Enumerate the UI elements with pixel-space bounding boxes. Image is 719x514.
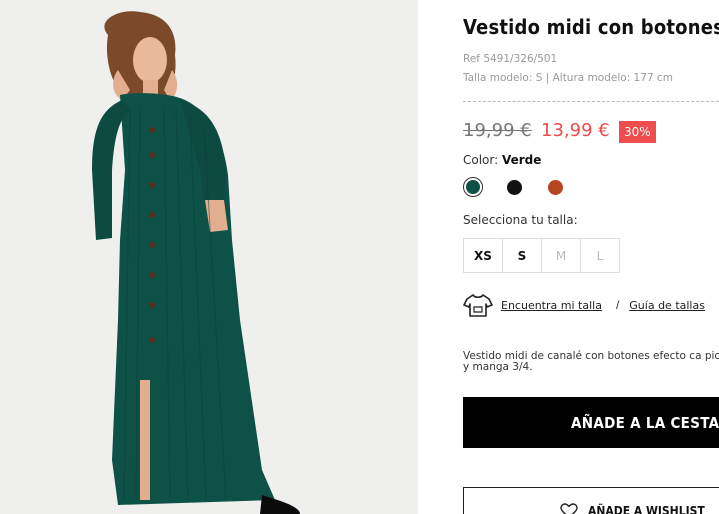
add-to-wishlist-label: AÑADE A WISHLIST xyxy=(588,504,705,514)
link-separator: / xyxy=(615,298,620,312)
product-reference: Ref 5491/326/501 xyxy=(463,53,558,65)
size-option-xs[interactable]: XS xyxy=(463,238,503,273)
color-swatch-negro[interactable] xyxy=(507,180,522,195)
size-help-row: Encuentra mi talla / Guía de tallas xyxy=(463,292,705,318)
size-option-m[interactable]: M xyxy=(541,238,581,273)
original-price: 19,99 € xyxy=(463,120,532,141)
color-swatch-teja[interactable] xyxy=(548,180,563,195)
model-photo xyxy=(0,0,418,514)
color-label: Color: Verde xyxy=(463,153,541,167)
size-guide-link[interactable]: Guía de tallas xyxy=(629,299,705,312)
find-my-size-link[interactable]: Encuentra mi talla xyxy=(501,299,602,312)
add-to-cart-button[interactable]: AÑADE A LA CESTA xyxy=(463,397,719,448)
size-selector-label: Selecciona tu talla: xyxy=(463,213,578,227)
divider xyxy=(463,101,719,102)
product-details-panel: Vestido midi con botones Ref 5491/326/50… xyxy=(463,0,719,514)
color-label-prefix: Color: xyxy=(463,153,502,167)
sale-price: 13,99 € xyxy=(541,120,610,141)
add-to-wishlist-button[interactable]: AÑADE A WISHLIST xyxy=(463,487,719,514)
size-selector: XS S M L xyxy=(463,238,620,273)
color-swatch-verde[interactable] xyxy=(466,180,480,194)
product-description: Vestido midi de canalé con botones efect… xyxy=(463,350,719,373)
color-value: Verde xyxy=(501,153,542,167)
product-title: Vestido midi con botones xyxy=(463,15,719,39)
add-to-cart-label: AÑADE A LA CESTA xyxy=(571,413,719,432)
model-info: Talla modelo: S | Altura modelo: 177 cm xyxy=(463,72,673,84)
product-image[interactable] xyxy=(0,0,418,514)
size-option-s[interactable]: S xyxy=(502,238,542,273)
discount-badge: 30% xyxy=(619,121,656,143)
heart-icon xyxy=(560,503,578,514)
tshirt-icon xyxy=(463,294,493,317)
size-option-l[interactable]: L xyxy=(580,238,620,273)
